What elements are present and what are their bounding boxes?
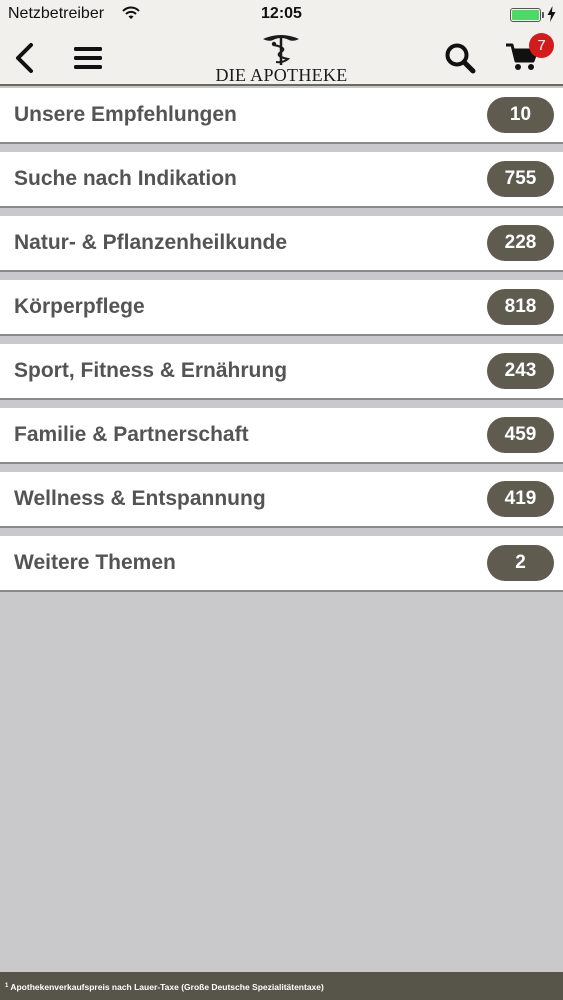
footnote-marker: 1	[5, 983, 9, 989]
category-item[interactable]: Weitere Themen 2	[0, 536, 563, 592]
category-item[interactable]: Sport, Fitness & Ernährung 243	[0, 344, 563, 400]
category-item[interactable]: Körperpflege 818	[0, 280, 563, 336]
category-count-badge: 2	[487, 545, 554, 581]
category-label: Körperpflege	[14, 295, 145, 318]
category-item[interactable]: Suche nach Indikation 755	[0, 152, 563, 208]
category-label: Unsere Empfehlungen	[14, 103, 237, 126]
battery-cap	[542, 12, 544, 18]
category-label: Weitere Themen	[14, 551, 176, 574]
search-icon[interactable]	[444, 42, 476, 74]
category-count-badge: 228	[487, 225, 554, 261]
category-count-badge: 10	[487, 97, 554, 133]
charging-bolt-icon	[547, 6, 556, 22]
category-label: Sport, Fitness & Ernährung	[14, 359, 288, 382]
cart-count-badge[interactable]: 7	[529, 33, 554, 58]
status-bar: Netzbetreiber 12:05	[0, 0, 563, 30]
category-item[interactable]: Wellness & Entspannung 419	[0, 472, 563, 528]
category-item[interactable]: Familie & Partnerschaft 459	[0, 408, 563, 464]
category-item[interactable]: Natur- & Pflanzenheilkunde 228	[0, 216, 563, 272]
category-label: Wellness & Entspannung	[14, 487, 266, 510]
app-screen: Netzbetreiber 12:05 DIE APOTHEKE 7 Unser…	[0, 0, 563, 1000]
apotheke-logo: DIE APOTHEKE	[200, 30, 363, 86]
category-item[interactable]: Unsere Empfehlungen 10	[0, 88, 563, 144]
price-footnote: 1 Apothekenverkaufspreis nach Lauer-Taxe …	[0, 972, 563, 1000]
category-count-badge: 818	[487, 289, 554, 325]
category-label: Familie & Partnerschaft	[14, 423, 249, 446]
back-arrow-icon[interactable]	[12, 42, 38, 74]
logo-text: DIE APOTHEKE	[215, 65, 348, 85]
navigation-bar: DIE APOTHEKE 7	[0, 30, 563, 86]
footnote-text: Apothekenverkaufspreis nach Lauer-Taxe (…	[10, 982, 324, 992]
category-count-badge: 419	[487, 481, 554, 517]
category-count-badge: 755	[487, 161, 554, 197]
category-count-badge: 243	[487, 353, 554, 389]
caduceus-emblem	[263, 35, 299, 65]
category-label: Suche nach Indikation	[14, 167, 237, 190]
category-label: Natur- & Pflanzenheilkunde	[14, 231, 288, 254]
category-count-badge: 459	[487, 417, 554, 453]
status-time: 12:05	[261, 5, 302, 22]
battery-icon	[510, 8, 541, 22]
hamburger-menu-icon[interactable]	[73, 44, 103, 72]
